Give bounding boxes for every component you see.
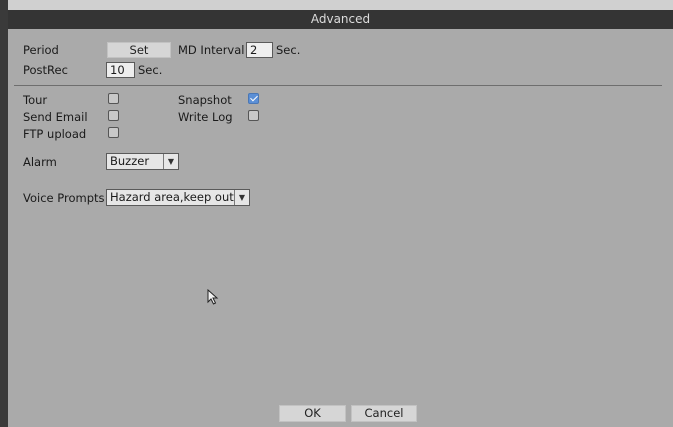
postrec-input[interactable]: 10 <box>106 62 135 78</box>
send-email-checkbox[interactable] <box>108 110 119 121</box>
ftp-upload-checkbox[interactable] <box>108 127 119 138</box>
md-interval-input[interactable]: 2 <box>246 42 273 58</box>
chevron-down-icon[interactable]: ▼ <box>163 154 178 169</box>
postrec-label: PostRec <box>23 63 68 77</box>
alarm-label: Alarm <box>23 155 57 169</box>
top-border <box>8 0 673 10</box>
dialog-body <box>8 29 673 427</box>
chevron-down-icon[interactable]: ▼ <box>234 190 249 205</box>
tour-checkbox[interactable] <box>108 93 119 104</box>
alarm-select[interactable]: Buzzer ▼ <box>106 153 179 170</box>
period-set-button[interactable]: Set <box>107 42 171 58</box>
tour-label: Tour <box>23 93 48 107</box>
voice-prompts-label: Voice Prompts <box>23 191 105 205</box>
ok-button[interactable]: OK <box>279 405 346 422</box>
voice-prompts-value: Hazard area,keep out <box>110 190 234 204</box>
snapshot-label: Snapshot <box>178 93 232 107</box>
write-log-label: Write Log <box>178 110 233 124</box>
voice-prompts-select[interactable]: Hazard area,keep out ▼ <box>106 189 250 206</box>
postrec-unit: Sec. <box>138 63 163 77</box>
send-email-label: Send Email <box>23 110 88 124</box>
mouse-cursor-icon <box>207 289 219 305</box>
ftp-upload-label: FTP upload <box>23 127 87 141</box>
alarm-select-value: Buzzer <box>110 154 150 168</box>
snapshot-checkbox[interactable] <box>248 93 259 104</box>
section-divider <box>14 85 662 86</box>
cancel-button[interactable]: Cancel <box>351 405 417 422</box>
left-edge <box>0 0 8 427</box>
md-interval-unit: Sec. <box>276 43 301 57</box>
period-label: Period <box>23 43 59 57</box>
advanced-dialog: Advanced Period Set MD Interval 2 Sec. P… <box>0 0 673 427</box>
dialog-title: Advanced <box>8 10 673 29</box>
md-interval-label: MD Interval <box>178 43 245 57</box>
write-log-checkbox[interactable] <box>248 110 259 121</box>
